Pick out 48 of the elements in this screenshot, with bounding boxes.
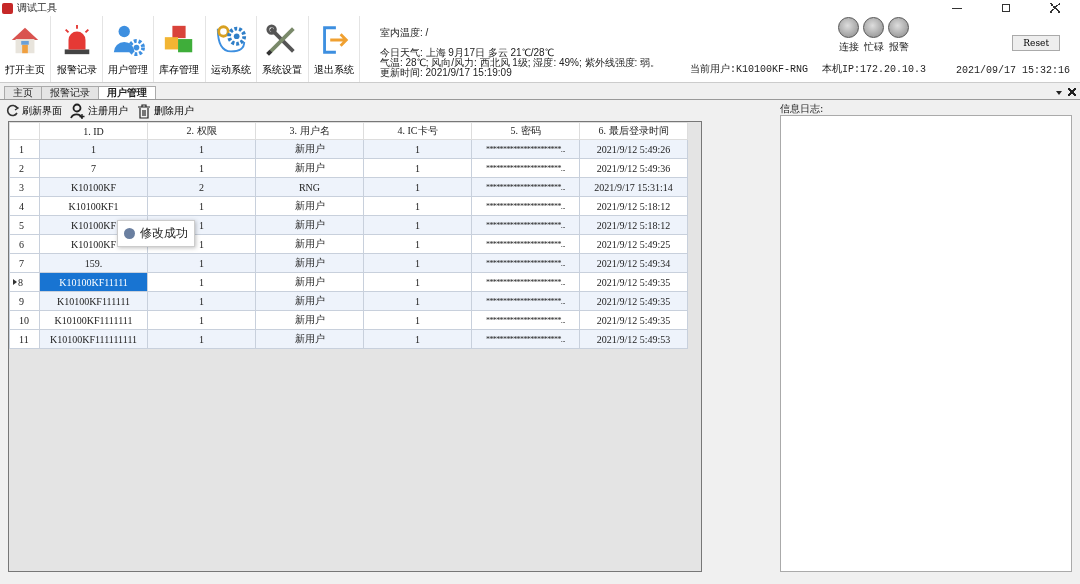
- action-button[interactable]: 刷新界面: [4, 102, 62, 119]
- current-user: 当前用户:K10100KF-RNG: [689, 62, 808, 76]
- row-number: 3: [19, 181, 24, 193]
- close-icon[interactable]: [1050, 3, 1060, 13]
- column-header[interactable]: 4. IC卡号: [363, 122, 472, 140]
- weather-detail: 气温: 28℃; 风向/风力: 西北风 1级; 湿度: 49%; 紫外线强度: 弱。: [379, 58, 662, 68]
- row-number: 6: [19, 238, 24, 250]
- row-number: 2: [19, 162, 24, 174]
- maximize-icon[interactable]: [1002, 4, 1010, 12]
- app-logo-icon: [2, 2, 13, 14]
- column-header[interactable]: 1. ID: [39, 122, 148, 140]
- action-button[interactable]: 删除用户: [136, 102, 194, 119]
- row-number: 10: [19, 314, 29, 326]
- column-header[interactable]: 3. 用户名: [255, 122, 364, 140]
- column-header[interactable]: 2. 权限: [147, 122, 256, 140]
- dropdown-arrow-icon[interactable]: [1056, 91, 1062, 95]
- action-button[interactable]: 注册用户: [70, 102, 128, 119]
- user-gear-icon: [111, 23, 146, 57]
- column-header[interactable]: 5. 密码: [471, 122, 580, 140]
- row-number: 4: [19, 200, 24, 212]
- weather-text: 今日天气: 上海 9月17日 多云 21℃/28℃: [379, 48, 555, 58]
- tab[interactable]: 报警记录: [41, 86, 99, 99]
- window-title: 调试工具: [17, 1, 57, 15]
- row-number: 8: [18, 276, 23, 288]
- row-number: 11: [19, 333, 29, 345]
- indicator-label: 忙碌: [863, 40, 884, 54]
- indoor-temperature: 室内温度: /: [379, 26, 430, 40]
- row-number: 5: [19, 219, 24, 231]
- current-row-icon: [13, 279, 17, 285]
- refresh-icon: [4, 102, 20, 119]
- info-icon: [124, 228, 135, 239]
- indicator-label: 连接: [838, 40, 859, 54]
- add-user-icon: [70, 102, 86, 119]
- column-header[interactable]: 6. 最后登录时间: [579, 122, 688, 140]
- row-number: 9: [19, 295, 24, 307]
- toast-message: 修改成功: [117, 220, 195, 247]
- reset-button[interactable]: Reset: [1012, 35, 1060, 51]
- row-number: 1: [19, 143, 24, 155]
- ip-address: 本机IP:172.20.10.3: [821, 62, 926, 76]
- row-number: 7: [19, 257, 24, 269]
- close-icon[interactable]: [1068, 88, 1076, 96]
- date-time: 2021/09/17 15:32:16: [956, 65, 1070, 76]
- trash-icon: [136, 102, 152, 119]
- log-label: 信息日志:: [780, 102, 825, 115]
- indicator-label: 报警: [888, 40, 909, 54]
- tab[interactable]: 主页: [4, 86, 42, 99]
- tab[interactable]: 用户管理: [98, 86, 156, 99]
- update-time: 更新时间: 2021/9/17 15:19:09: [379, 68, 513, 78]
